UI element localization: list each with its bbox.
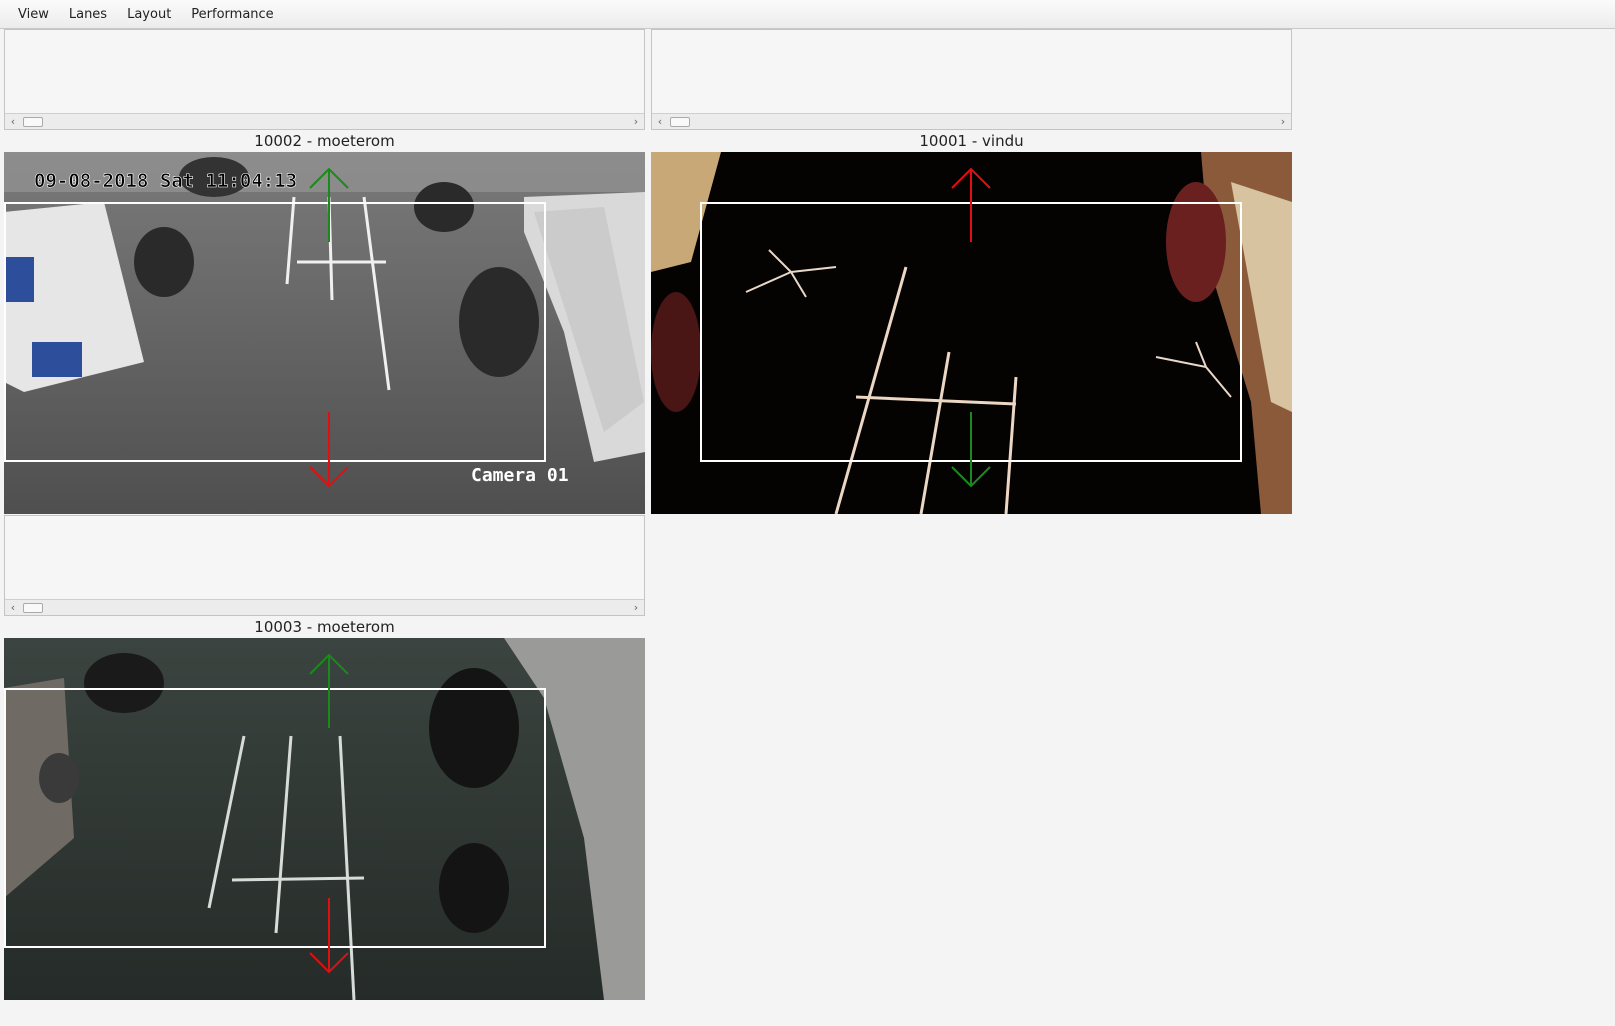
camera-panel-10001: ‹ › 10001 - vindu (651, 29, 1292, 514)
lane-strip: ‹ › (4, 515, 645, 616)
scroll-right-arrow-icon[interactable]: › (628, 114, 644, 129)
camera-title: 10001 - vindu (919, 132, 1024, 150)
scroll-right-arrow-icon[interactable]: › (628, 600, 644, 615)
scroll-left-arrow-icon[interactable]: ‹ (5, 114, 21, 129)
osd-timestamp: 09-08-2018 Sat 11:04:13 (34, 170, 297, 192)
menu-performance[interactable]: Performance (181, 3, 283, 26)
osd-camera-label: Camera 01 (471, 465, 569, 486)
camera-view[interactable] (651, 152, 1292, 514)
camera-panel-10003: ‹ › 10003 - moeterom (4, 515, 645, 1000)
camera-view[interactable] (4, 638, 645, 1000)
horizontal-scrollbar[interactable]: ‹ › (5, 113, 644, 129)
scroll-thumb[interactable] (23, 117, 43, 127)
menu-view[interactable]: View (8, 3, 59, 26)
scroll-thumb[interactable] (670, 117, 690, 127)
menu-layout[interactable]: Layout (117, 3, 181, 26)
camera-panel-10002: ‹ › 10002 - moeterom 09-08-2018 Sat 11:0… (4, 29, 645, 514)
scroll-left-arrow-icon[interactable]: ‹ (652, 114, 668, 129)
lane-strip: ‹ › (4, 29, 645, 130)
lane-strip: ‹ › (651, 29, 1292, 130)
scroll-left-arrow-icon[interactable]: ‹ (5, 600, 21, 615)
menu-lanes[interactable]: Lanes (59, 3, 117, 26)
scroll-thumb[interactable] (23, 603, 43, 613)
horizontal-scrollbar[interactable]: ‹ › (5, 599, 644, 615)
horizontal-scrollbar[interactable]: ‹ › (652, 113, 1291, 129)
camera-title: 10003 - moeterom (254, 618, 395, 636)
menu-bar: View Lanes Layout Performance (0, 0, 1615, 29)
scroll-right-arrow-icon[interactable]: › (1275, 114, 1291, 129)
camera-title: 10002 - moeterom (254, 132, 395, 150)
camera-view[interactable]: 09-08-2018 Sat 11:04:13 Camera 01 (4, 152, 645, 514)
